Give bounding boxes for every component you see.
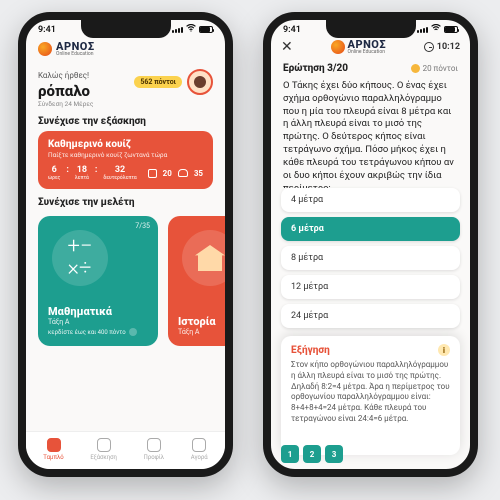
avatar[interactable] <box>187 69 213 95</box>
points-badge[interactable]: 562 πόντοι <box>134 76 182 88</box>
answer-option[interactable]: 8 μέτρα <box>281 246 460 270</box>
subject-reward: κερδίστε έως και 400 πόντο <box>48 328 148 336</box>
tab-practice[interactable]: Εξάσκηση <box>90 438 117 461</box>
tab-profile[interactable]: Προφίλ <box>144 438 165 461</box>
close-icon[interactable]: ✕ <box>281 39 293 55</box>
app-header: ΑΡΝΟΣ Online Education <box>26 35 225 61</box>
tab-dashboard[interactable]: Ταμπλό <box>43 438 63 461</box>
profile-icon <box>147 438 161 452</box>
step-button[interactable]: 2 <box>303 445 321 463</box>
section-practice-title: Συνέχισε την εξάσκηση <box>26 108 225 131</box>
step-button[interactable]: 1 <box>281 445 299 463</box>
quiz-countdown: 6ώρες : 18λεπτά : 32δευτερόλεπτα <box>48 165 137 181</box>
question-header: Ερώτηση 3/20 20 πόντοι <box>271 59 470 78</box>
quiz-top-bar: ✕ ΑΡΝΟΣ Online Education 10:12 <box>271 35 470 59</box>
explanation-body: Στον κήπο ορθογώνιου παραλληλόγραμμου η … <box>291 360 450 425</box>
quiz-stats: 20 35 <box>148 169 203 178</box>
username: ρόπαλο <box>38 82 90 100</box>
streak-label: Σύνδεση 24 Μέρες <box>26 100 225 108</box>
math-icon: +−×÷ <box>52 230 108 286</box>
logo-icon <box>331 40 345 54</box>
subject-card-math[interactable]: 7/35 +−×÷ Μαθηματικά Τάξη Α κερδίστε έως… <box>38 216 158 346</box>
question-number: Ερώτηση 3/20 <box>283 63 348 74</box>
subject-grade: Τάξη Α <box>178 328 225 336</box>
dashboard-icon <box>47 438 61 452</box>
signal-icon <box>417 27 428 33</box>
history-icon <box>182 230 225 286</box>
explanation-title: Εξήγηση <box>291 345 330 356</box>
shop-icon <box>192 438 206 452</box>
status-time: 9:41 <box>38 25 56 35</box>
quiz-title: Καθημερινό κουίζ <box>48 139 203 150</box>
brand-sub: Online Education <box>348 50 387 55</box>
subject-name: Μαθηματικά <box>48 305 148 318</box>
coin-icon <box>411 64 420 73</box>
greeting-label: Καλώς ήρθες! <box>38 71 89 80</box>
step-pager: 1 2 3 <box>281 445 343 463</box>
daily-quiz-card[interactable]: Καθημερινό κουίζ Παίξτε καθημερινό κουίζ… <box>38 131 213 189</box>
subject-cards-row[interactable]: 7/35 +−×÷ Μαθηματικά Τάξη Α κερδίστε έως… <box>26 212 225 350</box>
step-button[interactable]: 3 <box>325 445 343 463</box>
greeting-block: Καλώς ήρθες! ρόπαλο 562 πόντοι <box>26 61 225 100</box>
wifi-icon <box>431 24 441 35</box>
answer-option[interactable]: 24 μέτρα <box>281 304 460 328</box>
brand-sub: Online Education <box>56 52 95 57</box>
clock-icon <box>424 42 434 52</box>
subject-card-history[interactable]: Ιστορία Τάξη Α <box>168 216 225 346</box>
question-points: 20 πόντοι <box>411 64 458 73</box>
quiz-timer: 10:12 <box>424 42 460 52</box>
phone-quiz: 9:41 ✕ ΑΡΝΟΣ Online Education 10:12 Ερώτ… <box>263 12 478 477</box>
info-icon[interactable]: i <box>438 344 450 356</box>
answers-list: 4 μέτρα 6 μέτρα 8 μέτρα 12 μέτρα 24 μέτρ… <box>271 188 470 328</box>
questions-icon <box>148 169 157 178</box>
answer-option-selected[interactable]: 6 μέτρα <box>281 217 460 241</box>
lock-icon <box>129 328 137 336</box>
explanation-card: Εξήγηση i Στον κήπο ορθογώνιου παραλληλό… <box>281 336 460 455</box>
tab-bar: Ταμπλό Εξάσκηση Προφίλ Αγορά <box>26 431 225 469</box>
answer-option[interactable]: 4 μέτρα <box>281 188 460 212</box>
battery-icon <box>444 26 458 33</box>
notch <box>326 20 416 38</box>
wifi-icon <box>186 24 196 35</box>
signal-icon <box>172 27 183 33</box>
practice-icon <box>97 438 111 452</box>
answer-option[interactable]: 12 μέτρα <box>281 275 460 299</box>
notch <box>81 20 171 38</box>
phone-home: 9:41 ΑΡΝΟΣ Online Education Καλώς ήρθες!… <box>18 12 233 477</box>
logo-icon <box>38 42 52 56</box>
players-icon <box>178 169 188 177</box>
question-text: Ο Τάκης έχει δύο κήπους. Ο ένας έχει σχή… <box>271 78 470 188</box>
battery-icon <box>199 26 213 33</box>
section-study-title: Συνέχισε την μελέτη <box>26 189 225 212</box>
status-time: 9:41 <box>283 25 301 35</box>
quiz-subtitle: Παίξτε καθημερινό κουίζ ζωντανά τώρα <box>48 151 203 159</box>
subject-grade: Τάξη Α <box>48 318 148 326</box>
subject-name: Ιστορία <box>178 315 225 328</box>
tab-shop[interactable]: Αγορά <box>191 438 208 461</box>
card-progress: 7/35 <box>135 222 150 230</box>
